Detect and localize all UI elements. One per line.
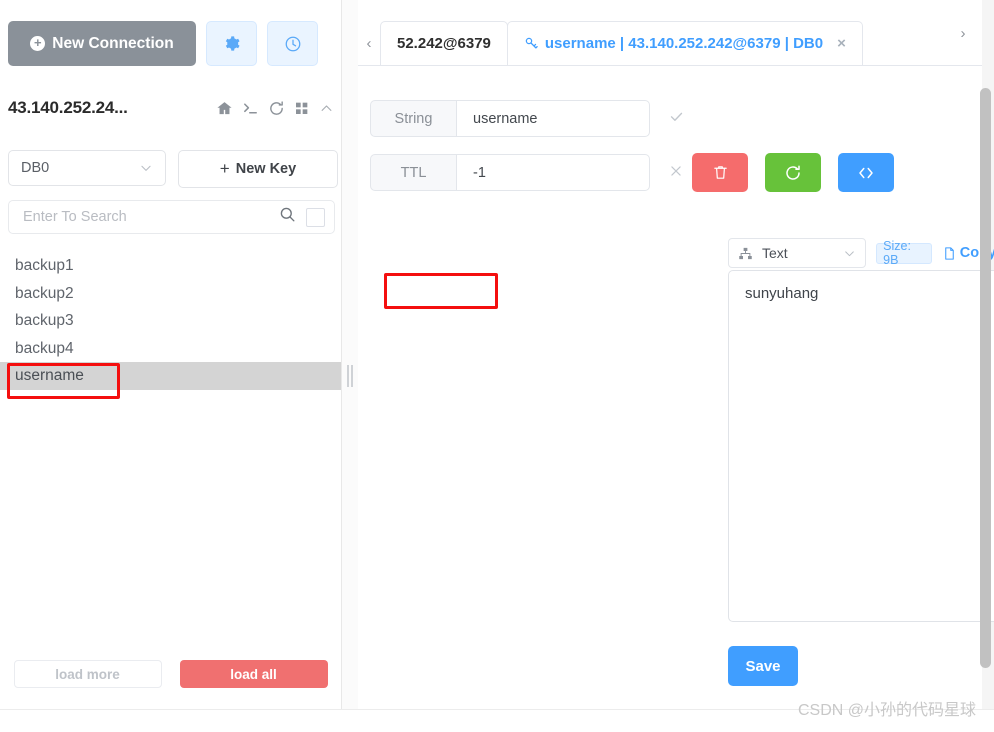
value-format-label: Text — [762, 245, 788, 261]
tree-icon — [739, 247, 752, 259]
sidebar-toolbar: + New Connection — [8, 21, 318, 66]
clear-ttl-icon[interactable] — [669, 164, 683, 182]
search-icon[interactable] — [278, 205, 297, 229]
chevron-down-icon — [141, 165, 151, 171]
tab-bar: ‹ 52.242@6379 username | 43.140.252.242@… — [358, 19, 982, 66]
key-search-row — [8, 200, 335, 234]
plus-circle-icon: + — [30, 36, 46, 51]
value-text: sunyuhang — [745, 285, 819, 302]
key-name-field[interactable] — [456, 100, 683, 137]
refresh-icon[interactable] — [268, 100, 285, 117]
search-input[interactable] — [21, 208, 278, 226]
document-icon — [945, 246, 954, 260]
db-select-value: DB0 — [21, 160, 50, 176]
new-connection-label: New Connection — [52, 34, 174, 52]
key-icon — [525, 37, 538, 49]
plus-icon: + — [219, 159, 230, 178]
host-header: 43.140.252.24... — [8, 98, 334, 118]
reload-key-button[interactable] — [765, 153, 821, 192]
chevron-down-icon — [845, 250, 854, 256]
key-action-buttons — [692, 153, 894, 192]
splitter-grip-icon — [347, 365, 353, 387]
key-name-row: String — [370, 100, 894, 137]
key-name-input[interactable] — [471, 109, 662, 128]
ttl-row: TTL — [370, 153, 894, 192]
load-all-button[interactable]: load all — [179, 660, 328, 688]
trash-icon — [713, 166, 727, 179]
redis-client-window: + New Connection 43.140.252.24... DB0 + … — [0, 0, 994, 732]
history-icon-button[interactable] — [267, 21, 318, 66]
tab-scroll-left-icon[interactable]: ‹ — [358, 21, 380, 65]
tab-label: username | 43.140.252.242@6379 | DB0 — [544, 35, 824, 52]
value-format-select[interactable]: Text — [728, 238, 867, 268]
delete-key-button[interactable] — [692, 153, 748, 192]
panel-splitter[interactable] — [342, 0, 359, 710]
ttl-label: TTL — [370, 154, 456, 191]
grid-icon[interactable] — [294, 100, 310, 116]
list-item[interactable]: backup1 — [0, 252, 341, 280]
refresh-icon — [786, 165, 800, 180]
tab-key-username[interactable]: username | 43.140.252.242@6379 | DB0 × — [506, 21, 863, 65]
key-list-footer: load more load all — [0, 660, 341, 688]
watermark-label: CSDN @小孙的代码星球 — [797, 702, 976, 719]
save-button[interactable]: Save — [728, 646, 798, 686]
close-icon[interactable]: × — [837, 35, 846, 52]
terminal-icon[interactable] — [242, 100, 259, 117]
size-badge: Size: 9B — [876, 239, 932, 267]
code-icon — [859, 167, 873, 178]
host-icon-group — [216, 100, 334, 117]
view-code-button[interactable] — [838, 153, 894, 192]
clock-icon — [285, 36, 300, 51]
list-item[interactable]: backup4 — [0, 335, 341, 363]
new-connection-button[interactable]: + New Connection — [8, 21, 196, 66]
search-exact-checkbox[interactable] — [306, 207, 325, 227]
chevron-up-icon[interactable] — [319, 101, 334, 116]
tab-label: 52.242@6379 — [397, 35, 491, 52]
list-item-selected[interactable]: username — [0, 362, 341, 390]
host-name-label: 43.140.252.24... — [8, 98, 128, 117]
list-item[interactable]: backup2 — [0, 280, 341, 308]
vertical-scrollbar[interactable] — [980, 26, 991, 706]
load-more-button[interactable]: load more — [13, 660, 162, 688]
value-textarea[interactable]: sunyuhang — [728, 270, 994, 622]
key-type-label: String — [370, 100, 456, 137]
key-detail-panel: ‹ 52.242@6379 username | 43.140.252.242@… — [358, 0, 994, 710]
db-controls: DB0 + New Key — [8, 150, 338, 188]
ttl-input[interactable] — [471, 163, 662, 182]
value-toolbar: Text Size: 9B Copy — [728, 238, 994, 268]
new-key-button[interactable]: + New Key — [178, 150, 338, 188]
tab-scroll-right-icon[interactable]: › — [952, 11, 974, 55]
scrollbar-thumb[interactable] — [980, 88, 991, 668]
settings-icon-button[interactable] — [206, 21, 257, 66]
db-select[interactable]: DB0 — [8, 150, 166, 186]
gear-icon — [225, 36, 240, 51]
home-icon[interactable] — [216, 100, 233, 117]
ttl-field[interactable] — [456, 154, 704, 191]
connection-sidebar: + New Connection 43.140.252.24... DB0 + … — [0, 0, 342, 710]
list-item[interactable]: backup3 — [0, 307, 341, 335]
new-key-label: New Key — [235, 161, 297, 177]
tab-connection[interactable]: 52.242@6379 — [380, 21, 508, 65]
confirm-key-name-icon[interactable] — [669, 109, 684, 128]
key-list[interactable]: backup1 backup2 backup3 backup4 username — [0, 252, 341, 642]
key-form: String TTL — [370, 100, 894, 208]
